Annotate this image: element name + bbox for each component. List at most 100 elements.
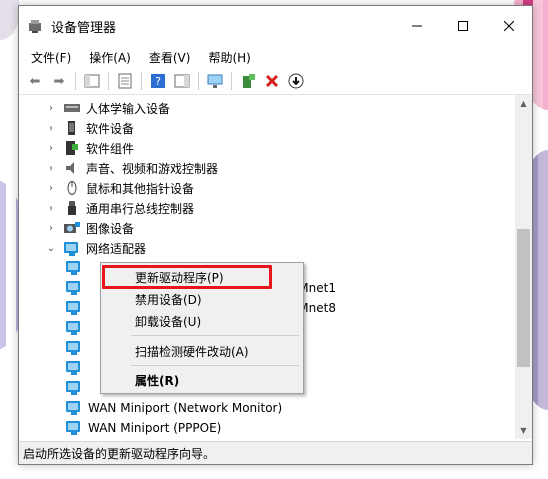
network-adapter-icon xyxy=(66,261,82,275)
tree-item-label: 通用串行总线控制器 xyxy=(86,201,195,216)
expand-chevron-icon[interactable]: › xyxy=(46,123,56,134)
menu-action[interactable]: 操作(A) xyxy=(83,49,137,66)
toolbar-separator xyxy=(108,72,109,90)
status-text: 启动所选设备的更新驱动程序向导。 xyxy=(23,446,216,461)
adapter-label: WAN Miniport (PPPOE) xyxy=(88,421,222,435)
help-button[interactable]: ? xyxy=(148,71,168,91)
toolbar-separator xyxy=(231,72,232,90)
network-adapter-row[interactable] xyxy=(58,378,88,398)
network-adapter-row[interactable] xyxy=(58,338,88,358)
menu-item-scan-hardware[interactable]: 扫描检测硬件改动(A) xyxy=(135,341,249,361)
toolbar-separator xyxy=(141,72,142,90)
scrollbar-thumb[interactable] xyxy=(517,229,530,367)
tree-item[interactable]: › 声音、视频和游戏控制器 xyxy=(20,158,218,178)
tree-item-label: 软件组件 xyxy=(86,141,135,156)
hid-icon xyxy=(64,101,80,115)
speaker-icon xyxy=(64,161,80,175)
help-icon: ? xyxy=(151,74,165,88)
action-pane-icon xyxy=(174,74,190,88)
svg-text:?: ? xyxy=(155,75,161,88)
menu-file[interactable]: 文件(F) xyxy=(25,49,77,66)
forward-button[interactable]: ➡ xyxy=(49,71,69,91)
expand-chevron-icon[interactable]: › xyxy=(46,143,56,154)
collapse-chevron-icon[interactable]: ⌄ xyxy=(46,243,56,254)
network-adapter-icon xyxy=(66,421,82,435)
expand-chevron-icon[interactable]: › xyxy=(46,163,56,174)
tree-item-label: 软件设备 xyxy=(86,121,135,136)
expand-chevron-icon[interactable]: › xyxy=(46,103,56,114)
network-adapter-icon xyxy=(66,301,82,315)
expand-chevron-icon[interactable]: › xyxy=(46,223,56,234)
monitor-icon xyxy=(207,74,223,88)
close-button[interactable] xyxy=(486,6,532,46)
network-adapter-icon xyxy=(66,341,82,355)
toolbar-separator xyxy=(75,72,76,90)
console-tree-icon xyxy=(84,74,100,88)
tree-item[interactable]: › 人体学输入设备 xyxy=(20,98,170,118)
tree-item[interactable]: › 通用串行总线控制器 xyxy=(20,198,194,218)
mouse-icon xyxy=(64,181,80,195)
maximize-icon xyxy=(458,21,468,31)
scroll-up-arrow-icon[interactable]: ▲ xyxy=(515,95,532,112)
balloon-decoration xyxy=(0,0,20,40)
network-adapter-icon xyxy=(66,281,82,295)
network-adapter-icon xyxy=(66,321,82,335)
network-adapter-row[interactable] xyxy=(58,258,88,278)
down-arrow-circle-icon xyxy=(288,73,304,89)
expand-chevron-icon[interactable]: › xyxy=(46,203,56,214)
tree-item[interactable]: ⌄ 网络适配器 xyxy=(20,238,146,258)
device-manager-window: 设备管理器 文件(F) 操作(A) 查看(V) 帮助(H) ⬅ ➡ ? › 人体… xyxy=(18,5,533,465)
close-icon xyxy=(504,21,514,31)
menu-item-disable-device[interactable]: 禁用设备(D) xyxy=(135,289,202,309)
menu-separator xyxy=(131,335,299,336)
tree-item[interactable]: › 鼠标和其他指针设备 xyxy=(20,178,194,198)
arrow-right-icon: ➡ xyxy=(53,73,65,89)
tree-item-label: 人体学输入设备 xyxy=(86,101,171,116)
status-bar: 启动所选设备的更新驱动程序向导。 xyxy=(19,441,532,464)
menu-view[interactable]: 查看(V) xyxy=(143,49,197,66)
menu-help[interactable]: 帮助(H) xyxy=(202,49,256,66)
back-button[interactable]: ⬅ xyxy=(25,71,45,91)
maximize-button[interactable] xyxy=(440,6,486,46)
tree-item[interactable]: › 图像设备 xyxy=(20,218,134,238)
network-adapter-row[interactable] xyxy=(58,318,88,338)
expand-chevron-icon[interactable]: › xyxy=(46,183,56,194)
minimize-button[interactable] xyxy=(394,6,440,46)
update-driver-icon xyxy=(243,74,255,88)
properties-button[interactable] xyxy=(115,71,135,91)
uninstall-device-button[interactable] xyxy=(262,71,282,91)
menu-item-properties[interactable]: 属性(R) xyxy=(135,370,179,390)
delete-x-icon xyxy=(265,74,279,88)
network-adapter-row[interactable] xyxy=(58,358,88,378)
network-adapter-row[interactable]: WAN Miniport (PPPOE) xyxy=(58,418,221,438)
software-component-icon xyxy=(64,141,80,155)
device-manager-icon xyxy=(27,18,43,34)
show-hide-console-tree-button[interactable] xyxy=(82,71,102,91)
camera-icon xyxy=(64,221,80,235)
tree-item[interactable]: › 软件组件 xyxy=(20,138,134,158)
scroll-down-arrow-icon[interactable]: ▼ xyxy=(515,422,532,439)
toolbar-separator xyxy=(198,72,199,90)
software-device-icon xyxy=(64,121,80,135)
update-driver-button[interactable] xyxy=(238,71,258,91)
highlight-annotation xyxy=(102,265,272,289)
tree-item-label: 网络适配器 xyxy=(86,241,147,256)
tree-item[interactable]: › 软件设备 xyxy=(20,118,134,138)
network-adapter-icon xyxy=(66,361,82,375)
action-pane-button[interactable] xyxy=(172,71,192,91)
title-bar[interactable]: 设备管理器 xyxy=(19,6,532,46)
toolbar: ⬅ ➡ ? xyxy=(19,68,532,95)
menu-item-uninstall-device[interactable]: 卸载设备(U) xyxy=(135,311,201,331)
network-adapter-row[interactable]: WAN Miniport (Network Monitor) xyxy=(58,398,282,418)
minimize-icon xyxy=(412,25,422,27)
tree-item-label: 声音、视频和游戏控制器 xyxy=(86,161,219,176)
tree-item-label: 鼠标和其他指针设备 xyxy=(86,181,195,196)
tree-item-label: 图像设备 xyxy=(86,221,135,236)
menu-bar: 文件(F) 操作(A) 查看(V) 帮助(H) xyxy=(19,46,532,68)
network-adapter-icon xyxy=(66,401,82,415)
vertical-scrollbar[interactable]: ▲ ▼ xyxy=(515,95,532,439)
enable-device-button[interactable] xyxy=(286,71,306,91)
scan-hardware-button[interactable] xyxy=(205,71,225,91)
window-title: 设备管理器 xyxy=(51,20,117,36)
network-adapter-icon xyxy=(66,381,82,395)
